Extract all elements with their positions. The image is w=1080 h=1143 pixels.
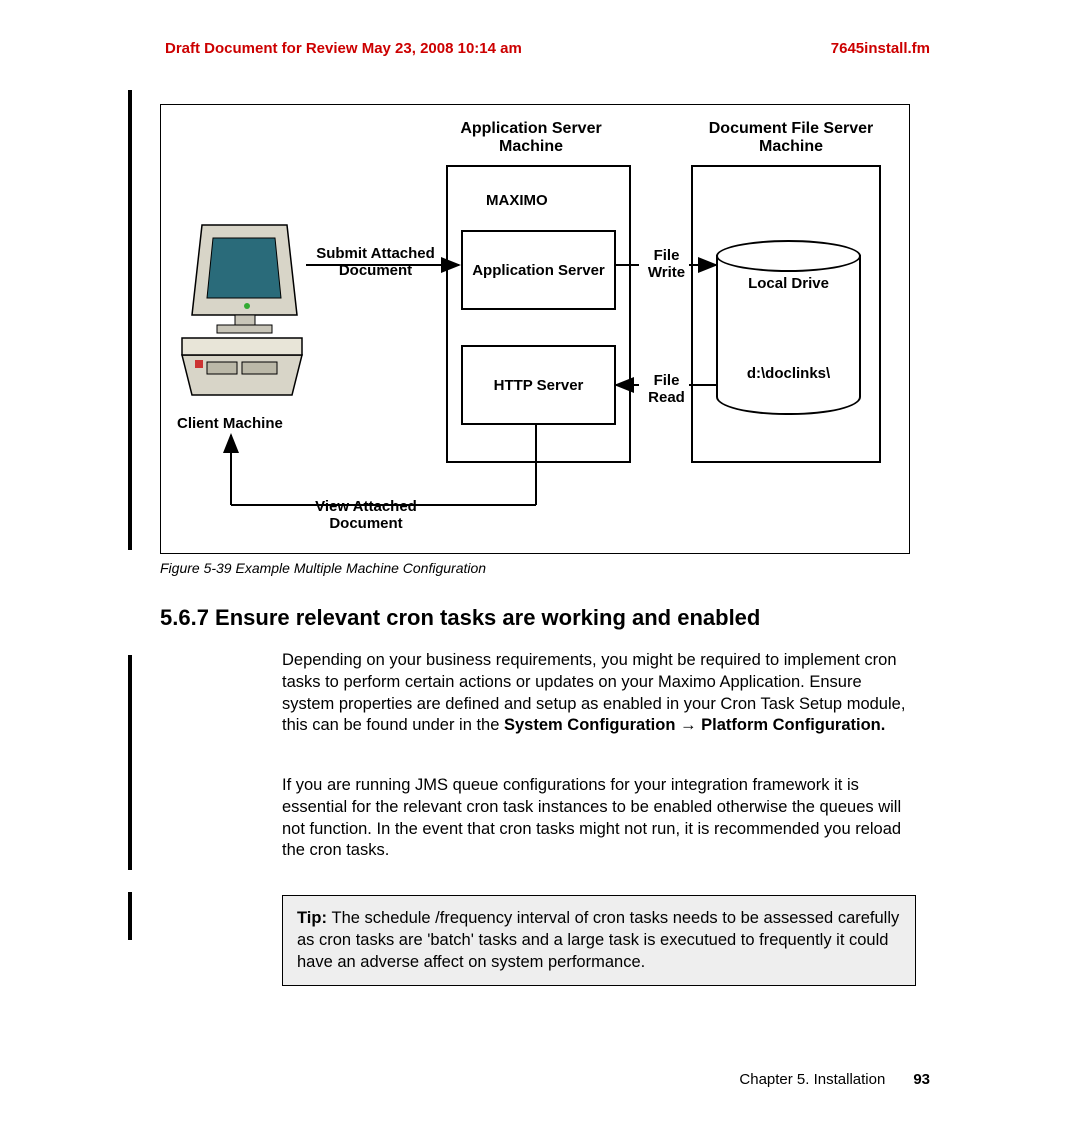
figure-diagram: Application Server Machine Document File…	[160, 104, 910, 554]
local-drive-cylinder: Local Drive d:\doclinks\	[716, 240, 861, 415]
application-server-box: Application Server	[461, 230, 616, 310]
sidebar-rule-2	[128, 655, 132, 870]
section-heading: 5.6.7 Ensure relevant cron tasks are wor…	[160, 605, 760, 631]
page-footer: Chapter 5. Installation 93	[165, 1071, 930, 1088]
file-read-label: File Read	[639, 373, 694, 406]
paragraph-1: Depending on your business requirements,…	[282, 650, 912, 737]
app-server-title: Application Server Machine	[451, 120, 611, 156]
footer-page-number: 93	[913, 1071, 930, 1088]
para1-text-c: Platform Configuration.	[701, 716, 885, 734]
sidebar-rule	[128, 90, 132, 550]
doclinks-path-label: d:\doclinks\	[716, 365, 861, 382]
file-write-label: File Write	[639, 248, 694, 281]
tip-label: Tip:	[297, 909, 332, 927]
client-machine-label: Client Machine	[177, 415, 283, 432]
tip-text: The schedule /frequency interval of cron…	[297, 909, 899, 971]
view-attached-label: View Attached Document	[296, 498, 436, 532]
footer-chapter: Chapter 5. Installation	[739, 1071, 885, 1088]
draft-header-left: Draft Document for Review May 23, 2008 1…	[165, 40, 522, 57]
http-server-box: HTTP Server	[461, 345, 616, 425]
maximo-label: MAXIMO	[486, 192, 548, 209]
figure-caption: Figure 5-39 Example Multiple Machine Con…	[160, 560, 486, 576]
doc-file-server-title: Document File Server Machine	[696, 120, 886, 156]
paragraph-2: If you are running JMS queue configurati…	[282, 775, 912, 862]
local-drive-label: Local Drive	[716, 275, 861, 292]
tip-box: Tip: The schedule /frequency interval of…	[282, 895, 916, 986]
para1-arrow: →	[675, 716, 701, 734]
draft-header-right: 7645install.fm	[831, 40, 930, 57]
submit-attached-label: Submit Attached Document	[308, 245, 443, 279]
page: Draft Document for Review May 23, 2008 1…	[0, 0, 1080, 1143]
para1-text-b: System Configuration	[504, 716, 675, 734]
page-header: Draft Document for Review May 23, 2008 1…	[165, 40, 930, 57]
sidebar-rule-3	[128, 892, 132, 940]
client-computer-icon	[177, 220, 307, 400]
